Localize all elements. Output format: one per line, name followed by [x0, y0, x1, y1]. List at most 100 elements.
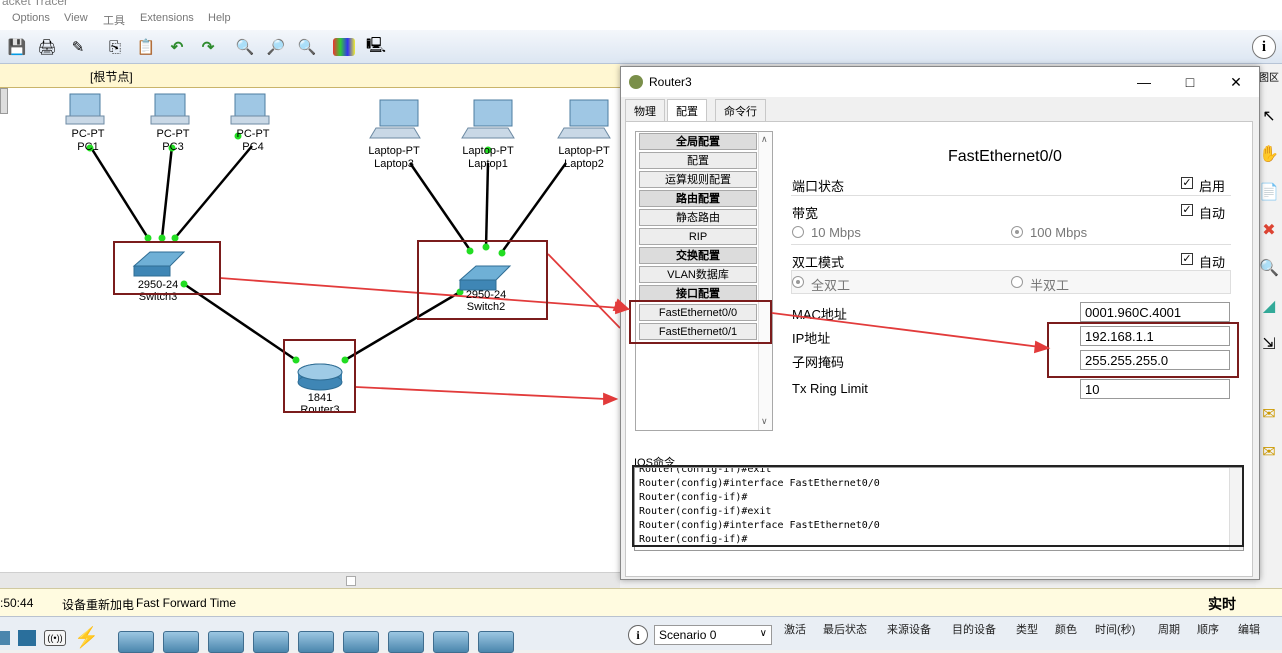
- console-highlight: [632, 465, 1244, 547]
- close-icon[interactable]: ✕: [1213, 67, 1259, 97]
- pc-icons[interactable]: [65, 93, 270, 125]
- pdu-col-periodic: 周期: [1158, 624, 1180, 636]
- switch2-highlight: [417, 240, 548, 320]
- realtime-mode[interactable]: 实时: [1208, 594, 1236, 614]
- nav-settings[interactable]: 配置: [639, 152, 757, 169]
- switch3-highlight: [113, 241, 221, 295]
- pdu-col-num: 顺序: [1197, 624, 1219, 636]
- chevron-down-icon: ∨: [759, 628, 767, 639]
- nav-routing-header: 路由配置: [639, 190, 757, 207]
- menu-extensions[interactable]: Extensions: [140, 12, 194, 24]
- tx-ring-limit-label: Tx Ring Limit: [792, 381, 868, 396]
- hub-category-icon[interactable]: [18, 630, 36, 646]
- note-icon[interactable]: 📄: [1258, 182, 1280, 204]
- nav-vlan-database[interactable]: VLAN数据库: [639, 266, 757, 283]
- select-icon[interactable]: ↖: [1258, 106, 1280, 128]
- tab-physical[interactable]: 物理: [625, 99, 665, 121]
- scroll-thumb[interactable]: [346, 576, 356, 586]
- dialog-tabs: 物理 配置 命令行: [621, 97, 1259, 122]
- router-app-icon: [629, 75, 643, 89]
- complex-pdu-icon[interactable]: ✉: [1258, 442, 1280, 464]
- duplex-auto-checkbox[interactable]: ✓: [1181, 253, 1193, 265]
- bandwidth-10-radio[interactable]: [792, 226, 804, 238]
- device-category-icon[interactable]: [0, 631, 10, 645]
- print-icon[interactable]: 🖨: [35, 35, 59, 59]
- simple-pdu-icon[interactable]: ✉: [1258, 404, 1280, 426]
- nav-algorithm-settings[interactable]: 运算规则配置: [639, 171, 757, 188]
- bandwidth-100-label: 100 Mbps: [1030, 225, 1088, 240]
- scenario-value: Scenario 0: [659, 628, 717, 642]
- mac-label: MAC地址: [792, 307, 847, 322]
- dialog-titlebar[interactable]: Router3 — □ ✕: [621, 67, 1259, 97]
- interface-title: FastEthernet0/0: [948, 148, 1062, 165]
- activity-wizard-icon[interactable]: ✎: [66, 35, 90, 59]
- scenario-select[interactable]: Scenario 0 ∨: [654, 625, 772, 645]
- palette-icon[interactable]: [333, 38, 355, 56]
- port-status-checkbox[interactable]: ✓: [1181, 177, 1193, 189]
- nav-global-header: 全局配置: [639, 133, 757, 150]
- bandwidth-auto-checkbox[interactable]: ✓: [1181, 204, 1193, 216]
- laptop-icons[interactable]: [369, 99, 611, 139]
- nav-scrollbar[interactable]: ∧ ∨: [758, 132, 772, 430]
- dialog-title: Router3: [649, 75, 692, 89]
- chevron-up-icon[interactable]: ∧: [761, 134, 768, 145]
- nav-rip[interactable]: RIP: [639, 228, 757, 245]
- minimize-icon[interactable]: —: [1121, 67, 1167, 97]
- connections-category-icon[interactable]: ⚡: [74, 625, 99, 650]
- laptop1-type: Laptop-PT: [462, 145, 514, 157]
- menu-view[interactable]: View: [64, 12, 88, 24]
- redo-icon[interactable]: ↷: [196, 35, 220, 59]
- custom-device-icon[interactable]: 🖳: [364, 35, 388, 59]
- duplex-label: 双工模式: [792, 255, 845, 270]
- vertical-scrollbar[interactable]: [0, 88, 8, 114]
- pdu-col-edit: 编辑: [1238, 624, 1260, 636]
- area-label-icon: 图区: [1259, 73, 1279, 84]
- ip-label: IP地址: [792, 331, 831, 346]
- copy-icon[interactable]: ⎘: [103, 35, 127, 59]
- resize-icon[interactable]: ⇲: [1258, 334, 1280, 356]
- menu-help[interactable]: Help: [208, 12, 231, 24]
- breadcrumb-root[interactable]: [根节点]: [90, 68, 133, 85]
- logical-workspace[interactable]: PC-PT PC1 PC-PT PC3 PC-PT PC4 Laptop-PT …: [0, 88, 620, 572]
- bandwidth-100-radio[interactable]: [1011, 226, 1023, 238]
- menu-tools[interactable]: 工具: [103, 12, 125, 28]
- draw-shape-icon[interactable]: ◢: [1258, 296, 1280, 318]
- device-bar: ((•)) ⚡ i Scenario 0 ∨ 激活 最后状态 来源设备 目的设备 …: [0, 616, 1282, 653]
- menu-options[interactable]: Options: [12, 12, 50, 24]
- laptop2-name: Laptop2: [564, 158, 604, 170]
- chevron-down-icon[interactable]: ∨: [761, 416, 768, 427]
- inspect-icon[interactable]: 🔍: [1258, 258, 1280, 280]
- horizontal-scrollbar[interactable]: [0, 572, 620, 588]
- nav-static-route[interactable]: 静态路由: [639, 209, 757, 226]
- zoom-reset-icon[interactable]: 🔎: [264, 35, 288, 59]
- tab-cli[interactable]: 命令行: [715, 99, 766, 121]
- info-icon[interactable]: i: [1252, 35, 1276, 59]
- info-icon[interactable]: i: [628, 625, 648, 645]
- config-nav-list: 全局配置 配置 运算规则配置 路由配置 静态路由 RIP 交换配置 VLAN数据…: [635, 131, 773, 431]
- laptop1-name: Laptop1: [468, 158, 508, 170]
- move-hand-icon[interactable]: ✋: [1258, 144, 1280, 166]
- pc1-name: PC1: [77, 141, 99, 153]
- full-duplex-radio[interactable]: [792, 276, 804, 288]
- undo-icon[interactable]: ↶: [165, 35, 189, 59]
- divider: [791, 244, 1231, 245]
- zoom-in-icon[interactable]: 🔍: [233, 35, 257, 59]
- bandwidth-label: 带宽: [792, 206, 819, 221]
- half-duplex-radio[interactable]: [1011, 276, 1023, 288]
- wireless-category-icon[interactable]: ((•)): [44, 630, 66, 646]
- tx-ring-limit-field[interactable]: 10: [1080, 379, 1230, 399]
- tab-config[interactable]: 配置: [667, 99, 707, 122]
- save-icon[interactable]: 💾: [5, 35, 29, 59]
- mac-address-field[interactable]: 0001.960C.4001: [1080, 302, 1230, 322]
- port-status-label: 端口状态: [792, 179, 845, 194]
- delete-icon[interactable]: ✖: [1258, 220, 1280, 242]
- pdu-col-fire: 激活: [784, 624, 806, 636]
- maximize-icon[interactable]: □: [1167, 67, 1213, 97]
- fast-forward-time[interactable]: Fast Forward Time: [136, 596, 236, 610]
- interfaces-highlight: [629, 300, 772, 344]
- zoom-out-icon[interactable]: 🔍: [295, 35, 319, 59]
- paste-icon[interactable]: 📋: [134, 35, 158, 59]
- subnet-mask-label: 子网掩码: [792, 355, 845, 370]
- breadcrumb: [根节点]: [0, 64, 620, 88]
- pdu-col-color: 颜色: [1055, 624, 1077, 636]
